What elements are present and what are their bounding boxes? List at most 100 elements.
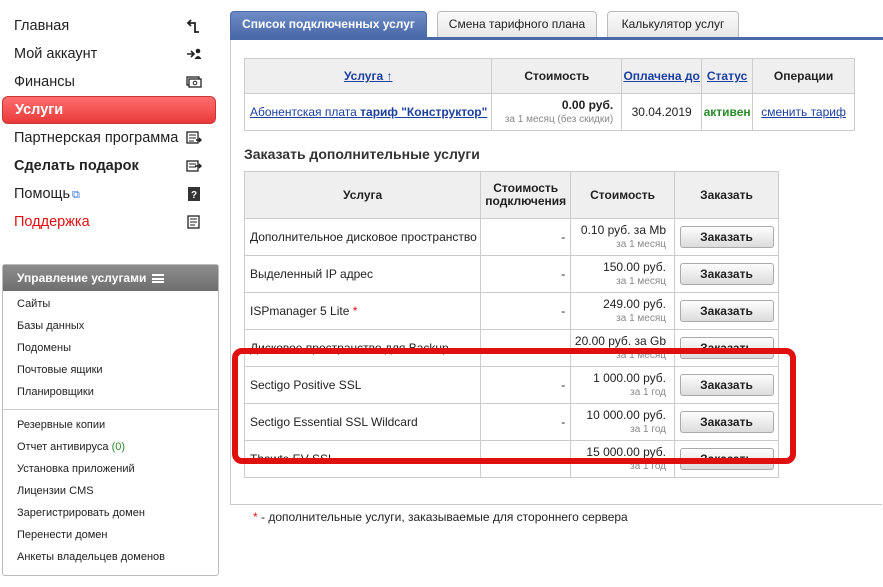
column-header-paid-until[interactable]: Оплачена до <box>621 58 703 94</box>
divider <box>3 409 218 410</box>
menu-item-help[interactable]: Помощь ⧉ ? <box>0 180 216 208</box>
menu-item-home[interactable]: Главная <box>0 12 216 40</box>
column-header-cost: Стоимость <box>491 58 623 94</box>
price: 0.10 руб. за Mb <box>580 222 666 237</box>
service-name-cell: ISPmanager 5 Lite * <box>243 292 482 330</box>
order-cell: Заказать <box>674 292 779 330</box>
column-header-connect-cost: Стоимость подключения <box>480 171 572 219</box>
table-header-row: Услуга Стоимость подключения Стоимость З… <box>243 171 779 219</box>
service-name-cell[interactable]: Абонентская плата тариф "Конструктор" <box>243 93 493 131</box>
services-link-subdomains[interactable]: Подомены <box>3 337 218 359</box>
order-button[interactable]: Заказать <box>679 300 774 322</box>
services-link-backups[interactable]: Резервные копии <box>3 414 218 436</box>
connect-cost: - <box>480 218 572 256</box>
price: 150.00 руб. <box>603 259 666 274</box>
menu-item-gift[interactable]: Сделать подарок <box>0 152 216 180</box>
gift-icon <box>186 160 202 172</box>
services-panel-header[interactable]: Управление услугами <box>3 265 218 291</box>
service-plan-name: тариф "Конструктор" <box>360 105 488 119</box>
menu-item-label: Сделать подарок <box>14 158 139 174</box>
services-group-main: Сайты Базы данных Подомены Почтовые ящик… <box>3 293 218 403</box>
services-link-app-install[interactable]: Установка приложений <box>3 458 218 480</box>
menu-item-finance[interactable]: Финансы <box>0 68 216 96</box>
support-icon <box>187 215 200 229</box>
menu-item-label: Мой аккаунт <box>14 46 98 62</box>
services-link-register-domain[interactable]: Зарегистрировать домен <box>3 502 218 524</box>
services-link-antivirus[interactable]: Отчет антивируса (0) <box>3 436 218 458</box>
services-link-cms-licenses[interactable]: Лицензии CMS <box>3 480 218 502</box>
footnote-text: - дополнительные услуги, заказываемые дл… <box>257 510 628 524</box>
order-button[interactable]: Заказать <box>679 263 774 285</box>
order-section-title: Заказать дополнительные услуги <box>244 146 480 162</box>
service-price-note: за 1 месяц (без скидки) <box>504 113 614 125</box>
menu-item-label: Главная <box>14 18 70 34</box>
menu-item-partner[interactable]: Партнерская программа <box>0 124 216 152</box>
menu-item-label: Поддержка <box>14 214 90 230</box>
menu-item-account[interactable]: Мой аккаунт <box>0 40 216 68</box>
menu-item-services[interactable]: Услуги <box>2 96 216 124</box>
antivirus-label: Отчет антивируса <box>17 441 109 453</box>
status-badge: активен <box>701 93 754 131</box>
sort-by-paid-until-link[interactable]: Оплачена до <box>623 69 699 83</box>
column-header-operations: Операции <box>752 58 855 94</box>
column-header-cost: Стоимость <box>570 171 675 219</box>
services-link-transfer-domain[interactable]: Перенести домен <box>3 524 218 546</box>
service-name: ISPmanager 5 Lite <box>250 304 350 318</box>
help-icon: ? <box>188 187 200 201</box>
table-row: ISPmanager 5 Lite * - 249.00 руб. за 1 ме… <box>243 292 779 330</box>
main-menu: Главная Мой аккаунт Финансы Услуги Партн… <box>0 12 220 236</box>
services-link-schedulers[interactable]: Планировщики <box>3 381 218 403</box>
price-period: за 1 месяц <box>616 312 666 324</box>
connected-services-table: Услуга ↑ Стоимость Оплачена до Статус Оп… <box>243 58 855 131</box>
services-panel-title: Управление услугами <box>17 271 147 285</box>
price-cell: 150.00 руб. за 1 месяц <box>570 255 675 293</box>
services-management-panel: Управление услугами Сайты Базы данных По… <box>2 264 219 576</box>
price-cell: 0.10 руб. за Mb за 1 месяц <box>570 218 675 256</box>
services-link-databases[interactable]: Базы данных <box>3 315 218 337</box>
service-cost-cell: 0.00 руб. за 1 месяц (без скидки) <box>491 93 623 131</box>
column-header-service: Услуга <box>243 171 482 219</box>
price-cell: 249.00 руб. за 1 месяц <box>570 292 675 330</box>
menu-item-label: Партнерская программа <box>14 130 179 146</box>
services-group-extra: Резервные копии Отчет антивируса (0) Уст… <box>3 414 218 568</box>
price-period: за 1 месяц <box>616 238 666 250</box>
menu-item-label: Финансы <box>14 74 75 90</box>
column-header-service[interactable]: Услуга ↑ <box>243 58 493 94</box>
tab-calculator[interactable]: Калькулятор услуг <box>607 11 739 37</box>
service-name: Дополнительное дисковое пространство <box>243 218 482 256</box>
footnote: * - дополнительные услуги, заказываемые … <box>253 510 628 524</box>
svg-text:?: ? <box>191 190 197 201</box>
services-link-mailboxes[interactable]: Почтовые ящики <box>3 359 218 381</box>
ssl-highlight-frame <box>232 348 796 464</box>
service-name-prefix: Абонентская плата <box>250 105 361 119</box>
service-name-link[interactable]: Абонентская плата тариф "Конструктор" <box>250 105 487 119</box>
tab-connected-services[interactable]: Список подключенных услуг <box>230 11 427 37</box>
price-period: за 1 месяц <box>616 275 666 287</box>
table-header-row: Услуга ↑ Стоимость Оплачена до Статус Оп… <box>243 58 855 94</box>
money-icon <box>186 76 202 88</box>
home-arrow-icon <box>186 19 199 33</box>
services-link-domain-owners[interactable]: Анкеты владельцев доменов <box>3 546 218 568</box>
services-link-sites[interactable]: Сайты <box>3 293 218 315</box>
table-row: Дополнительное дисковое пространство - 0… <box>243 218 779 256</box>
service-price: 0.00 руб. <box>561 97 614 112</box>
tab-change-plan[interactable]: Смена тарифного плана <box>437 11 597 37</box>
sidebar: Главная Мой аккаунт Финансы Услуги Партн… <box>0 0 220 587</box>
external-link-icon: ⧉ <box>72 189 80 201</box>
antivirus-count: (0) <box>111 441 126 453</box>
order-cell: Заказать <box>674 218 779 256</box>
connect-cost: - <box>480 292 572 330</box>
operations-cell: сменить тариф <box>752 93 855 131</box>
sort-by-service-link[interactable]: Услуга ↑ <box>344 69 393 83</box>
table-row: Абонентская плата тариф "Конструктор" 0.… <box>243 93 855 131</box>
menu-item-support[interactable]: Поддержка <box>0 208 216 236</box>
service-name: Выделенный IP адрес <box>243 255 482 293</box>
change-plan-link[interactable]: сменить тариф <box>761 105 846 119</box>
column-header-status[interactable]: Статус <box>701 58 754 94</box>
paid-until-cell: 30.04.2019 <box>621 93 703 131</box>
partner-icon <box>186 131 202 144</box>
menu-item-label: Услуги <box>15 102 64 118</box>
order-button[interactable]: Заказать <box>679 226 774 248</box>
sort-by-status-link[interactable]: Статус <box>707 69 747 83</box>
price: 20.00 руб. за Gb <box>574 333 666 348</box>
